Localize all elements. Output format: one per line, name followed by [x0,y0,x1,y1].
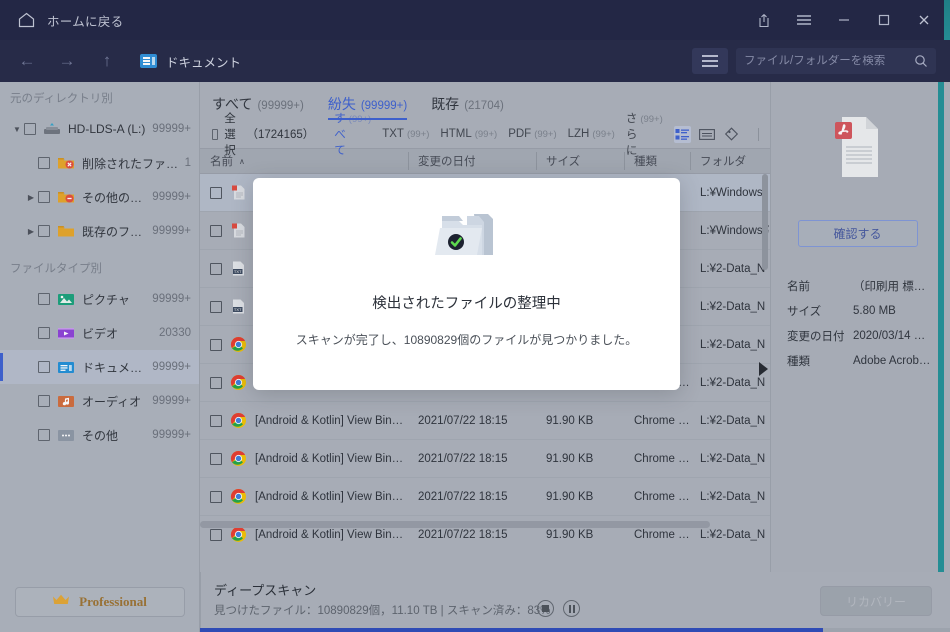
app-window: ホームに戻る [0,0,950,632]
folder-check-icon [434,206,500,264]
modal-description: スキャンが完了し、10890829個のファイルが見つかりました。 [296,331,637,348]
modal-title: 検出されたファイルの整理中 [372,292,561,313]
organizing-files-dialog: 検出されたファイルの整理中 スキャンが完了し、10890829個のファイルが見つ… [253,178,680,390]
